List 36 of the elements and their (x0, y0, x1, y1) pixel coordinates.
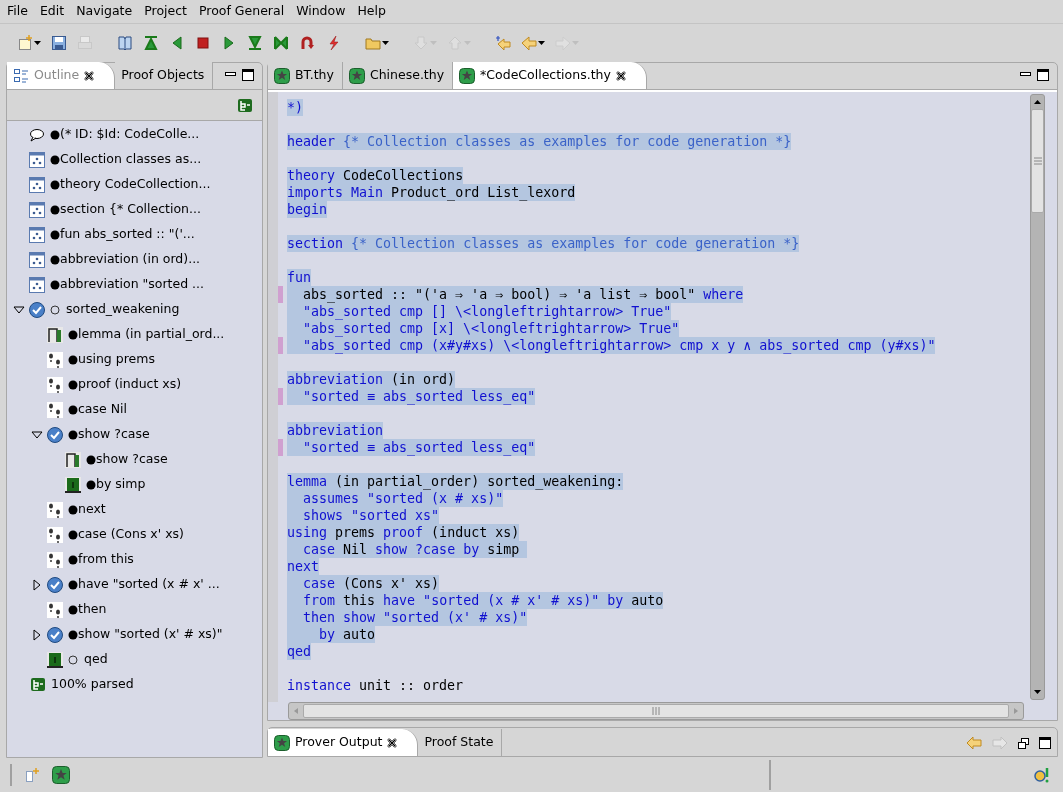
outline-item[interactable]: show ?case (78, 425, 150, 444)
outline-item[interactable]: show ?case (96, 450, 168, 469)
outline-item[interactable]: have "sorted (x # x' ... (78, 575, 220, 594)
parse-status: 100% parsed (51, 675, 134, 694)
outline-item[interactable]: theory CodeCollection... (60, 175, 211, 194)
outline-item[interactable]: show "sorted (x' # xs)" (78, 625, 223, 644)
outline-item[interactable]: fun abs_sorted :: "('... (60, 225, 195, 244)
tab[interactable]: *CodeCollections.thy (453, 62, 647, 89)
menu-item[interactable]: Proof General (193, 0, 291, 23)
outline-item[interactable]: abbreviation "sorted ... (60, 275, 204, 294)
menu-item[interactable]: File (1, 0, 34, 23)
outline-item[interactable]: qed (84, 650, 108, 669)
outline-item[interactable]: (* ID: $Id: CodeColle... (60, 125, 200, 144)
outline-item[interactable]: by simp (96, 475, 146, 494)
tab[interactable]: Proof Objects (115, 62, 214, 89)
outline-item[interactable]: next (78, 500, 106, 519)
menu-item[interactable]: Window (290, 0, 352, 23)
menu-item[interactable]: Help (351, 0, 392, 23)
tab[interactable]: Chinese.thy (342, 62, 454, 89)
outline-item[interactable]: lemma (in partial_ord... (78, 325, 225, 344)
menu-item[interactable]: Edit (33, 0, 71, 23)
tab[interactable]: BT.thy (268, 62, 343, 89)
outline-item[interactable]: abbreviation (in ord)... (60, 250, 201, 269)
outline-item[interactable]: sorted_weakening (66, 300, 180, 319)
outline-item[interactable]: Collection classes as... (60, 150, 202, 169)
outline-item[interactable]: section {* Collection... (60, 200, 201, 219)
outline-item[interactable]: using prems (78, 350, 155, 369)
outline-item[interactable]: case Nil (78, 400, 127, 419)
outline-item[interactable]: from this (78, 550, 134, 569)
outline-item[interactable]: case (Cons x' xs) (78, 525, 184, 544)
menu-item[interactable]: Project (138, 0, 193, 23)
menu-item[interactable]: Navigate (70, 0, 139, 23)
outline-item[interactable]: then (78, 600, 107, 619)
code-line: instance unit :: order (287, 677, 464, 694)
outline-item[interactable]: proof (induct xs) (78, 375, 182, 394)
tab[interactable]: Prover Output (268, 729, 419, 756)
